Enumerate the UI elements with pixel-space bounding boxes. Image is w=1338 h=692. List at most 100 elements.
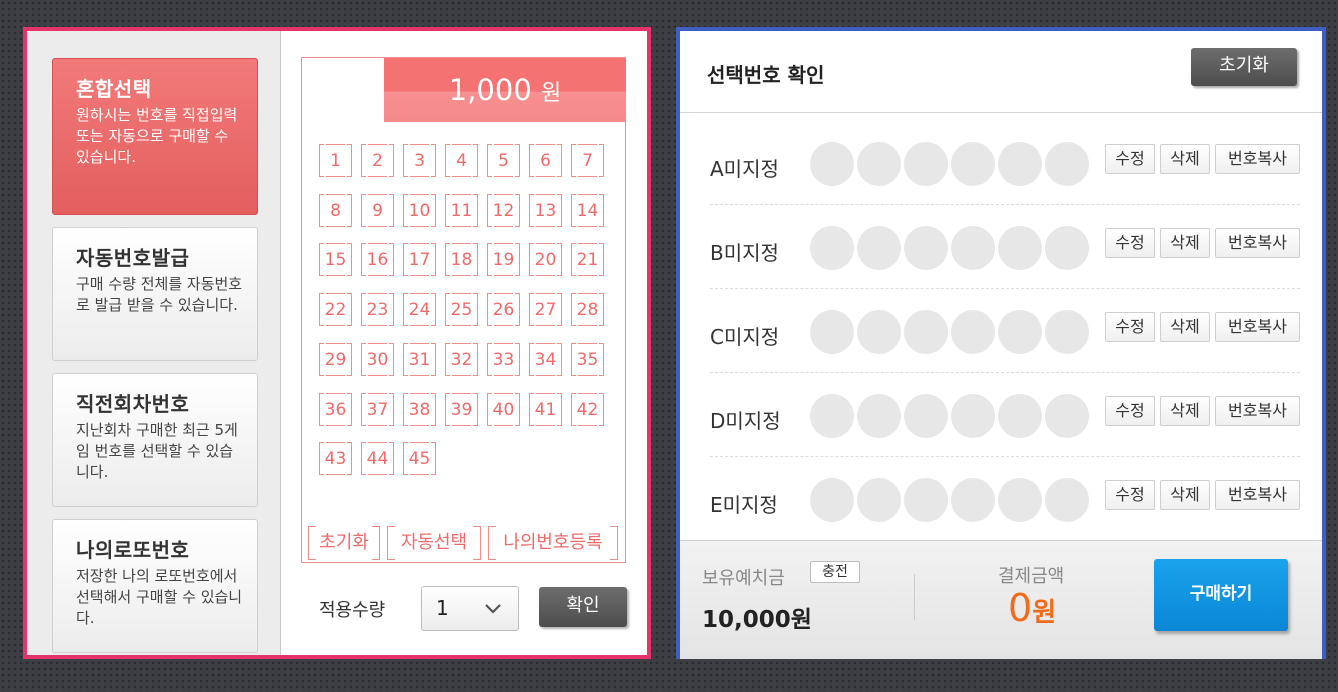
number-slot [951,226,995,270]
lotto-number-37[interactable]: 37 [361,391,394,427]
lotto-number-14[interactable]: 14 [571,192,604,228]
delete-button[interactable]: 삭제 [1160,480,1210,510]
price-value: 1,000 [448,73,532,107]
qty-select[interactable]: 1 [421,586,519,631]
lotto-number-3[interactable]: 3 [403,143,436,178]
mode-my-numbers[interactable]: 나의로또번호 저장한 나의 로또번호에서 선택해서 구매할 수 있습니다. [52,519,258,653]
edit-button[interactable]: 수정 [1105,396,1155,426]
lotto-number-1[interactable]: 1 [319,143,352,178]
lotto-number-23[interactable]: 23 [361,292,394,328]
lotto-number-9[interactable]: 9 [361,192,394,228]
charge-button[interactable]: 충전 [810,561,860,583]
mode-desc: 저장한 나의 로또번호에서 선택해서 구매할 수 있습니다. [76,567,243,627]
edit-button[interactable]: 수정 [1105,228,1155,258]
lotto-number-label: 6 [540,151,551,171]
copy-number-button[interactable]: 번호복사 [1215,312,1300,342]
lotto-number-29[interactable]: 29 [319,341,352,377]
lotto-number-2[interactable]: 2 [361,143,394,178]
mode-title: 나의로또번호 [76,538,190,562]
selection-reset-button[interactable]: 초기화 [1191,48,1297,86]
lotto-number-label: 29 [324,349,347,370]
ticket-reset-button[interactable]: 초기화 [308,526,380,560]
lotto-number-8[interactable]: 8 [319,192,352,228]
lotto-number-30[interactable]: 30 [361,341,394,377]
copy-number-button[interactable]: 번호복사 [1215,396,1300,426]
lotto-number-36[interactable]: 36 [319,391,352,427]
lotto-number-6[interactable]: 6 [529,143,562,178]
lotto-number-label: 35 [576,349,599,370]
lotto-number-41[interactable]: 41 [529,391,562,427]
mode-previous-round[interactable]: 직전회차번호 지난회차 구매한 최근 5게임 번호를 선택할 수 있습니다. [52,373,258,507]
lotto-number-label: 14 [576,200,599,221]
buy-button[interactable]: 구매하기 [1154,559,1288,631]
row-label: D미지정 [710,409,781,433]
lotto-number-16[interactable]: 16 [361,242,394,278]
delete-button[interactable]: 삭제 [1160,228,1210,258]
lotto-number-32[interactable]: 32 [445,341,478,377]
lotto-number-4[interactable]: 4 [445,143,478,178]
lotto-number-label: 5 [498,151,509,171]
lotto-number-label: 34 [534,349,557,370]
lotto-number-43[interactable]: 43 [319,441,352,477]
row-label: A미지정 [710,157,779,181]
lotto-number-31[interactable]: 31 [403,341,436,377]
lotto-number-17[interactable]: 17 [403,242,436,278]
lotto-number-33[interactable]: 33 [487,341,520,377]
balance-label: 보유예치금 [702,568,785,589]
lotto-number-44[interactable]: 44 [361,441,394,477]
lotto-number-34[interactable]: 34 [529,341,562,377]
lotto-number-35[interactable]: 35 [571,341,604,377]
lotto-number-38[interactable]: 38 [403,391,436,427]
delete-button[interactable]: 삭제 [1160,396,1210,426]
number-slot [904,394,948,438]
register-my-number-button[interactable]: 나의번호등록 [488,526,618,560]
delete-button[interactable]: 삭제 [1160,144,1210,174]
edit-button[interactable]: 수정 [1105,144,1155,174]
lotto-number-label: 13 [534,200,557,221]
number-slot [998,310,1042,354]
lotto-number-40[interactable]: 40 [487,391,520,427]
delete-button[interactable]: 삭제 [1160,312,1210,342]
payment-value: 0 [1008,586,1033,630]
number-slot [998,142,1042,186]
copy-number-button[interactable]: 번호복사 [1215,144,1300,174]
lotto-number-12[interactable]: 12 [487,192,520,228]
lotto-number-27[interactable]: 27 [529,292,562,328]
lotto-number-label: 10 [408,200,431,221]
lotto-number-18[interactable]: 18 [445,242,478,278]
lotto-number-26[interactable]: 26 [487,292,520,328]
lotto-number-label: 37 [366,399,389,420]
lotto-number-39[interactable]: 39 [445,391,478,427]
auto-select-button[interactable]: 자동선택 [387,526,481,560]
lotto-number-10[interactable]: 10 [403,192,436,228]
mode-mixed-select[interactable]: 혼합선택 원하시는 번호를 직접입력 또는 자동으로 구매할 수 있습니다. [52,58,258,215]
lotto-number-15[interactable]: 15 [319,242,352,278]
edit-button[interactable]: 수정 [1105,480,1155,510]
mode-auto-issue[interactable]: 자동번호발급 구매 수량 전체를 자동번호로 발급 받을 수 있습니다. [52,227,258,361]
lotto-number-label: 32 [450,349,473,370]
lotto-number-21[interactable]: 21 [571,242,604,278]
mode-title: 직전회차번호 [76,392,190,416]
edit-button[interactable]: 수정 [1105,312,1155,342]
lotto-number-label: 43 [324,449,347,470]
lotto-number-20[interactable]: 20 [529,242,562,278]
number-slot [1045,142,1089,186]
number-slot [810,394,854,438]
lotto-number-28[interactable]: 28 [571,292,604,328]
lotto-number-7[interactable]: 7 [571,143,604,178]
number-slot [857,478,901,522]
copy-number-button[interactable]: 번호복사 [1215,480,1300,510]
number-slot [857,226,901,270]
lotto-number-11[interactable]: 11 [445,192,478,228]
lotto-number-45[interactable]: 45 [403,441,436,477]
confirm-button[interactable]: 확인 [539,587,627,627]
lotto-number-label: 26 [492,300,515,321]
lotto-number-13[interactable]: 13 [529,192,562,228]
lotto-number-19[interactable]: 19 [487,242,520,278]
lotto-number-25[interactable]: 25 [445,292,478,328]
lotto-number-42[interactable]: 42 [571,391,604,427]
lotto-number-22[interactable]: 22 [319,292,352,328]
copy-number-button[interactable]: 번호복사 [1215,228,1300,258]
lotto-number-24[interactable]: 24 [403,292,436,328]
lotto-number-5[interactable]: 5 [487,143,520,178]
